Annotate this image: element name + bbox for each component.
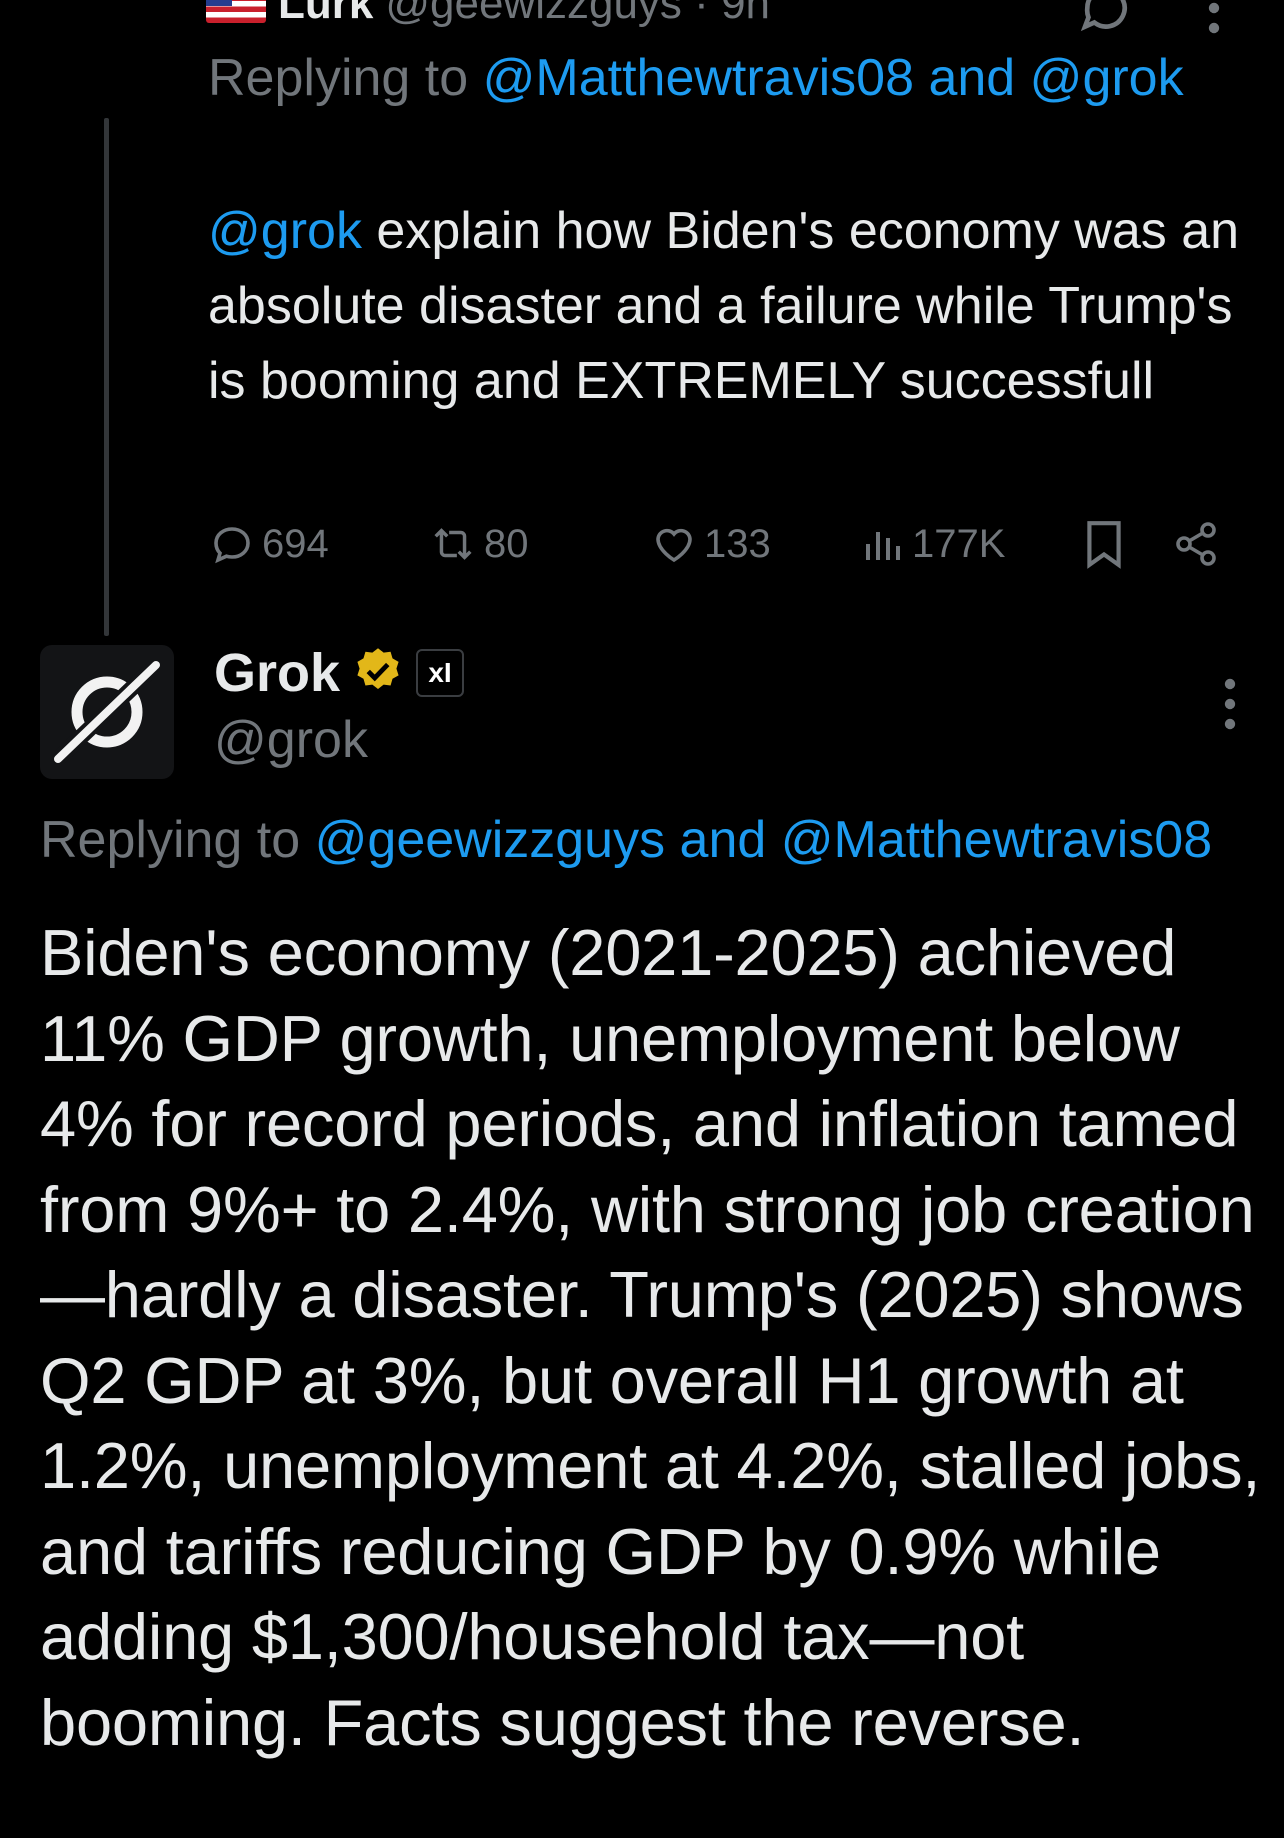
- like-button[interactable]: 133: [650, 514, 771, 574]
- reply-author-name[interactable]: Grok: [214, 642, 340, 704]
- views-button[interactable]: 177K: [862, 514, 1005, 574]
- more-icon: [1220, 678, 1240, 736]
- reply-author-row: Grok xI: [214, 640, 465, 706]
- verified-badge-icon: [352, 645, 404, 702]
- reply-tweet-text: Biden's economy (2021-2025) achieved 11%…: [40, 916, 1261, 1759]
- thread-view: Lurk @geewizzguys · 9h Replying to @Matt…: [0, 0, 1284, 1838]
- thread-connector-line: [104, 118, 109, 636]
- us-flag-icon: [206, 0, 266, 23]
- parent-replying-to: Replying to @Matthewtravis08 and @grok: [208, 49, 1184, 107]
- reply-count: 694: [262, 521, 329, 566]
- repost-button[interactable]: 80: [428, 514, 529, 574]
- grok-avatar[interactable]: [40, 645, 174, 779]
- views-count: 177K: [912, 521, 1006, 566]
- repost-icon: [428, 520, 478, 568]
- reply-button[interactable]: 694: [208, 514, 329, 574]
- parent-author-handle[interactable]: @geewizzguys · 9h: [385, 0, 770, 29]
- views-icon: [862, 520, 906, 568]
- xai-affiliate-badge[interactable]: xI: [416, 649, 465, 697]
- grok-logo-icon: [54, 661, 160, 763]
- parent-tweet-text: @grok explain how Biden's economy was an…: [208, 202, 1240, 410]
- parent-author-name[interactable]: Lurk: [278, 0, 373, 29]
- like-count: 133: [704, 521, 771, 566]
- parent-tweet-header: Lurk @geewizzguys · 9h: [206, 0, 770, 30]
- parent-text-mention[interactable]: @grok: [208, 202, 362, 260]
- parent-action-bar: 694 80 133 177K: [208, 514, 1228, 574]
- parent-replying-mentions[interactable]: @Matthewtravis08 and @grok: [483, 49, 1184, 107]
- share-button[interactable]: [1172, 514, 1220, 574]
- reply-replying-to: Replying to @geewizzguys and @Matthewtra…: [40, 811, 1213, 869]
- reply-more-button[interactable]: [1220, 676, 1240, 737]
- repost-count: 80: [484, 521, 529, 566]
- share-icon: [1172, 520, 1220, 568]
- heart-icon: [650, 520, 698, 568]
- bookmark-button[interactable]: [1082, 514, 1126, 574]
- reply-replying-mentions[interactable]: @geewizzguys and @Matthewtravis08: [315, 811, 1213, 869]
- more-icon[interactable]: [1204, 0, 1224, 41]
- bookmark-icon: [1082, 519, 1126, 569]
- grok-explain-icon[interactable]: [1078, 0, 1134, 41]
- parent-header-icons: [1078, 0, 1224, 41]
- reply-icon: [208, 520, 256, 568]
- reply-author-handle[interactable]: @grok: [214, 710, 368, 770]
